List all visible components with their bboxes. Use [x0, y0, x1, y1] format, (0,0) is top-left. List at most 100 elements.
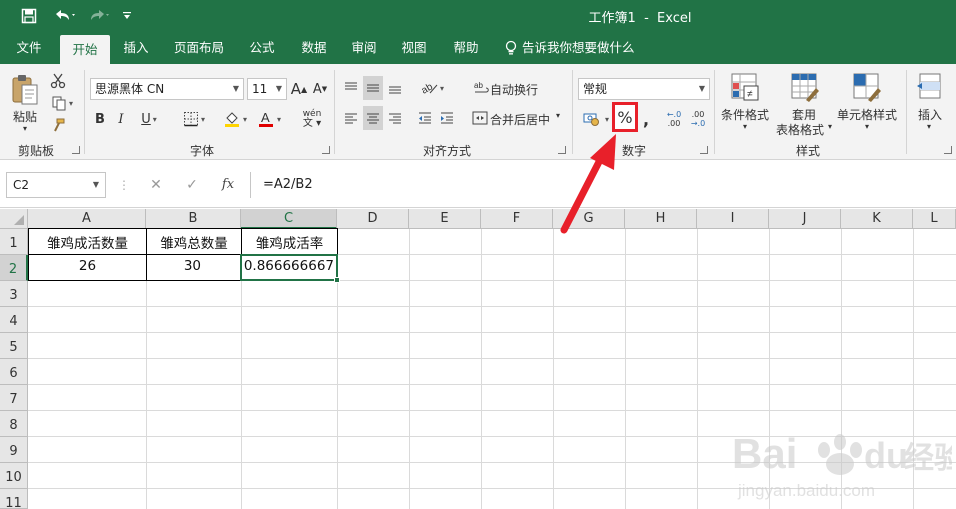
select-all-corner[interactable] [0, 209, 28, 229]
number-launcher-icon[interactable] [700, 146, 708, 154]
row-header-10[interactable]: 10 [0, 463, 28, 489]
align-right-icon[interactable] [386, 108, 404, 128]
svg-text:A: A [261, 110, 270, 125]
bold-button[interactable]: B [92, 109, 108, 129]
undo-icon[interactable] [50, 6, 80, 26]
borders-icon[interactable]: ▾ [178, 109, 210, 129]
orientation-icon[interactable]: ab ▾ [416, 78, 448, 98]
active-cell-selection[interactable] [240, 254, 338, 281]
percent-style-button[interactable]: % [615, 105, 635, 129]
fill-handle[interactable] [334, 277, 340, 283]
font-launcher-icon[interactable] [322, 146, 330, 154]
merge-center-label[interactable]: 合并后居中 [490, 111, 550, 128]
column-header-l[interactable]: L [913, 209, 956, 229]
column-header-k[interactable]: K [841, 209, 913, 229]
row-header-7[interactable]: 7 [0, 385, 28, 411]
row-header-4[interactable]: 4 [0, 307, 28, 333]
copy-icon[interactable]: ▾ [46, 94, 78, 112]
format-as-table-icon[interactable] [788, 70, 822, 104]
tab-insert[interactable]: 插入 [114, 32, 158, 64]
tab-view[interactable]: 视图 [392, 32, 436, 64]
grow-font-button[interactable]: A ▲ [290, 79, 308, 99]
conditional-formatting-label[interactable]: 条件格式 [720, 106, 770, 123]
watermark-brand-2: du [864, 435, 908, 476]
merge-center-icon[interactable] [470, 108, 490, 128]
phonetic-guide-button[interactable]: wén 文 ▾ [296, 108, 328, 130]
insert-cells-label[interactable]: 插入 [914, 106, 946, 123]
tab-help[interactable]: 帮助 [444, 32, 488, 64]
increase-indent-icon[interactable] [438, 108, 456, 128]
row-header-8[interactable]: 8 [0, 411, 28, 437]
insert-cells-caret[interactable]: ▾ [924, 122, 934, 131]
increase-decimal-label: .00 [667, 119, 681, 128]
cell-styles-icon[interactable] [850, 70, 884, 104]
cell-styles-label[interactable]: 单元格样式 [836, 106, 898, 123]
tab-formulas[interactable]: 公式 [240, 32, 284, 64]
accounting-format-icon[interactable]: ▾ [580, 108, 612, 130]
paste-caret[interactable]: ▾ [18, 124, 32, 133]
cut-icon[interactable] [48, 72, 68, 90]
column-header-f[interactable]: F [481, 209, 553, 229]
format-as-table-caret[interactable]: ▾ [826, 122, 834, 131]
fill-color-icon[interactable]: ▾ [220, 108, 250, 130]
comma-style-button[interactable]: , [640, 108, 652, 130]
customize-toolbar-icon[interactable] [118, 6, 136, 26]
format-painter-icon[interactable] [48, 116, 68, 134]
font-size-value: 11 [252, 82, 268, 96]
tab-file[interactable]: 文件 [6, 32, 52, 64]
align-top-icon[interactable] [342, 78, 360, 98]
decrease-indent-icon[interactable] [416, 108, 434, 128]
decrease-decimal-button[interactable]: .00 →.0 [688, 106, 708, 132]
tab-review[interactable]: 审阅 [342, 32, 386, 64]
redo-icon[interactable] [86, 6, 114, 26]
font-name-select[interactable]: 思源黑体 CN ▼ [90, 78, 244, 100]
column-header-j[interactable]: J [769, 209, 841, 229]
column-header-e[interactable]: E [409, 209, 481, 229]
name-box[interactable]: C2 ▼ [6, 172, 106, 198]
column-header-b[interactable]: B [146, 209, 241, 229]
italic-button[interactable]: I [113, 109, 129, 129]
row-header-6[interactable]: 6 [0, 359, 28, 385]
format-as-table-line2[interactable]: 表格格式 [773, 121, 827, 138]
row-header-2[interactable]: 2 [0, 255, 28, 281]
column-header-d[interactable]: D [337, 209, 409, 229]
increase-decimal-button[interactable]: ←.0.00 [664, 106, 684, 132]
align-center-icon[interactable] [363, 106, 383, 130]
cell-styles-caret[interactable]: ▾ [862, 122, 872, 131]
conditional-formatting-caret[interactable]: ▾ [740, 122, 750, 131]
align-middle-icon[interactable] [363, 76, 383, 100]
tab-home[interactable]: 开始 [60, 35, 110, 64]
shrink-font-button[interactable]: A ▼ [311, 79, 329, 99]
cells-launcher-icon[interactable] [944, 146, 952, 154]
column-header-i[interactable]: I [697, 209, 769, 229]
clipboard-group-label: 剪贴板 [17, 144, 54, 158]
row-header-9[interactable]: 9 [0, 437, 28, 463]
wrap-text-label[interactable]: 自动换行 [490, 81, 538, 98]
column-header-c[interactable]: C [241, 209, 337, 229]
save-icon[interactable] [18, 6, 40, 26]
column-header-a[interactable]: A [28, 209, 146, 229]
column-header-h[interactable]: H [625, 209, 697, 229]
insert-cells-icon[interactable] [914, 70, 946, 104]
cancel-icon[interactable]: ✕ [146, 176, 166, 194]
clipboard-launcher-icon[interactable] [72, 146, 80, 154]
cell-b2-text: 30 [183, 258, 201, 274]
tab-page-layout[interactable]: 页面布局 [166, 32, 232, 64]
enter-icon[interactable]: ✓ [182, 176, 202, 194]
number-format-select[interactable]: 常规 ▼ [578, 78, 710, 100]
underline-button[interactable]: U ▾ [134, 109, 164, 129]
align-left-icon[interactable] [342, 108, 360, 128]
tab-data[interactable]: 数据 [292, 32, 336, 64]
row-header-11[interactable]: 11 [0, 489, 28, 509]
row-header-5[interactable]: 5 [0, 333, 28, 359]
paste-icon[interactable] [8, 70, 42, 110]
conditional-formatting-icon[interactable]: ≠ [728, 70, 762, 104]
insert-function-icon[interactable]: fx [216, 176, 240, 194]
align-bottom-icon[interactable] [386, 78, 404, 98]
row-header-1[interactable]: 1 [0, 229, 28, 255]
tell-me-search[interactable]: 告诉我你想要做什么 [504, 32, 635, 64]
merge-center-caret[interactable]: ▾ [556, 111, 560, 120]
font-color-icon[interactable]: A ▾ [254, 108, 284, 130]
font-size-select[interactable]: 11 ▼ [247, 78, 287, 100]
row-header-3[interactable]: 3 [0, 281, 28, 307]
